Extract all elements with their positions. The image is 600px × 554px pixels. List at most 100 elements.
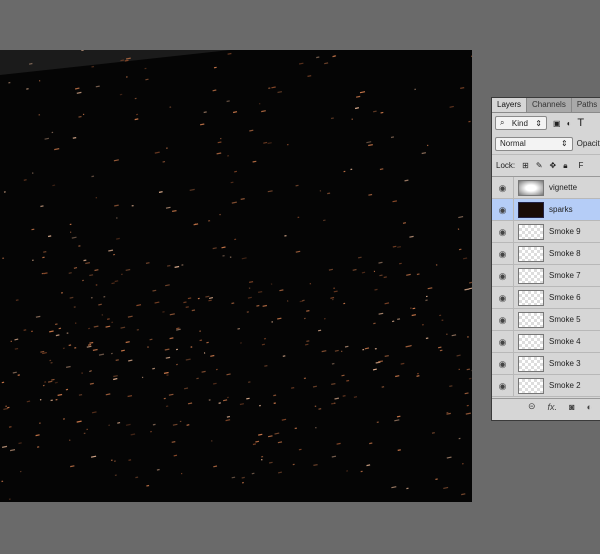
spark bbox=[307, 75, 312, 77]
visibility-eye-icon[interactable]: ◉ bbox=[492, 287, 514, 308]
spark bbox=[92, 348, 98, 351]
spark bbox=[152, 367, 156, 370]
spark bbox=[390, 136, 395, 139]
type-filter-icon[interactable]: T bbox=[577, 117, 584, 129]
spark bbox=[331, 383, 336, 385]
spark bbox=[466, 368, 471, 371]
layer-row[interactable]: ◉ Smoke 2 bbox=[492, 375, 600, 397]
spark bbox=[237, 328, 241, 330]
adjustment-filter-icon[interactable]: ◐ bbox=[567, 119, 572, 128]
spark bbox=[435, 478, 438, 480]
spark bbox=[154, 301, 160, 304]
spark bbox=[324, 62, 329, 65]
updown-icon: ⇕ bbox=[535, 118, 542, 128]
updown-icon: ⇕ bbox=[560, 139, 568, 148]
layer-row[interactable]: ◉ Smoke 5 bbox=[492, 309, 600, 331]
visibility-eye-icon[interactable]: ◉ bbox=[492, 309, 514, 330]
spark bbox=[372, 368, 377, 371]
mask-icon[interactable]: ◙ bbox=[569, 402, 574, 412]
spark bbox=[384, 302, 390, 305]
adjustment-layer-icon[interactable]: ◐ bbox=[587, 402, 592, 412]
spark bbox=[446, 456, 452, 459]
visibility-eye-icon[interactable]: ◉ bbox=[492, 331, 514, 352]
spark bbox=[380, 111, 384, 114]
spark bbox=[210, 354, 215, 357]
spark bbox=[12, 371, 17, 374]
spark bbox=[357, 256, 362, 259]
spark bbox=[74, 87, 80, 90]
image-filter-icon[interactable]: ▣ bbox=[553, 119, 561, 128]
layer-thumbnail bbox=[518, 355, 544, 372]
spark bbox=[241, 257, 247, 260]
spark bbox=[352, 268, 357, 271]
filter-kind-select[interactable]: ⌕ Kind ⇕ bbox=[495, 116, 547, 130]
layer-row[interactable]: ◉ Smoke 3 bbox=[492, 353, 600, 375]
spark bbox=[183, 301, 187, 304]
tab-layers[interactable]: Layers bbox=[492, 98, 528, 112]
visibility-eye-icon[interactable]: ◉ bbox=[492, 353, 514, 374]
spark bbox=[461, 493, 466, 496]
link-icon[interactable]: ⊝ bbox=[528, 401, 536, 412]
layer-row[interactable]: ◉ sparks bbox=[492, 199, 600, 221]
visibility-eye-icon[interactable]: ◉ bbox=[492, 177, 514, 198]
spark bbox=[127, 315, 133, 318]
spark bbox=[199, 123, 205, 126]
spark bbox=[384, 355, 389, 357]
spark bbox=[201, 370, 206, 373]
spark bbox=[277, 317, 282, 320]
spark bbox=[222, 399, 228, 402]
fx-icon[interactable]: fx. bbox=[548, 402, 558, 412]
spark bbox=[443, 486, 449, 489]
lock-move-icon[interactable]: ✥ bbox=[550, 161, 557, 170]
spark bbox=[330, 296, 335, 299]
spark bbox=[3, 407, 8, 410]
lock-all-icon[interactable]: 🔒︎ bbox=[563, 161, 567, 171]
spark bbox=[86, 345, 92, 348]
spark bbox=[274, 432, 280, 435]
spark bbox=[35, 434, 40, 437]
spark bbox=[69, 296, 74, 299]
spark bbox=[54, 381, 58, 384]
document-canvas[interactable] bbox=[0, 50, 472, 502]
layer-row[interactable]: ◉ Smoke 8 bbox=[492, 243, 600, 265]
spark bbox=[8, 426, 12, 428]
layer-row[interactable]: ◉ Smoke 7 bbox=[492, 265, 600, 287]
layer-row[interactable]: ◉ Smoke 6 bbox=[492, 287, 600, 309]
spark bbox=[205, 295, 210, 298]
spark bbox=[249, 129, 254, 132]
spark bbox=[23, 179, 27, 181]
visibility-eye-icon[interactable]: ◉ bbox=[492, 375, 514, 396]
spark bbox=[252, 443, 257, 446]
spark bbox=[258, 433, 263, 436]
spark bbox=[40, 205, 44, 208]
spark bbox=[14, 347, 19, 350]
spark bbox=[378, 261, 383, 264]
spark bbox=[449, 385, 453, 387]
lock-paint-icon[interactable]: ✎ bbox=[536, 161, 543, 170]
spark bbox=[113, 159, 119, 162]
visibility-eye-icon[interactable]: ◉ bbox=[492, 243, 514, 264]
spark bbox=[392, 245, 397, 248]
blend-mode-select[interactable]: Normal ⇕ bbox=[495, 136, 573, 151]
layer-row[interactable]: ◉ Smoke 4 bbox=[492, 331, 600, 353]
spark bbox=[409, 235, 414, 238]
spark bbox=[68, 344, 72, 346]
visibility-eye-icon[interactable]: ◉ bbox=[492, 199, 514, 220]
blend-mode-value: Normal bbox=[500, 139, 526, 148]
visibility-eye-icon[interactable]: ◉ bbox=[492, 265, 514, 286]
spark bbox=[471, 55, 472, 57]
spark bbox=[381, 386, 385, 388]
tab-paths[interactable]: Paths bbox=[572, 98, 600, 112]
spark bbox=[72, 137, 77, 139]
visibility-eye-icon[interactable]: ◉ bbox=[492, 221, 514, 242]
filter-kind-value: Kind bbox=[511, 118, 528, 128]
tab-channels[interactable]: Channels bbox=[527, 98, 572, 112]
spark bbox=[411, 314, 417, 317]
spark bbox=[464, 392, 469, 395]
lock-transparent-icon[interactable]: ⊞ bbox=[522, 161, 529, 170]
spark bbox=[342, 395, 346, 397]
layer-row[interactable]: ◉ Smoke 9 bbox=[492, 221, 600, 243]
spark bbox=[51, 378, 55, 381]
layer-name: Smoke 2 bbox=[549, 381, 581, 390]
layer-row[interactable]: ◉ vignette bbox=[492, 177, 600, 199]
